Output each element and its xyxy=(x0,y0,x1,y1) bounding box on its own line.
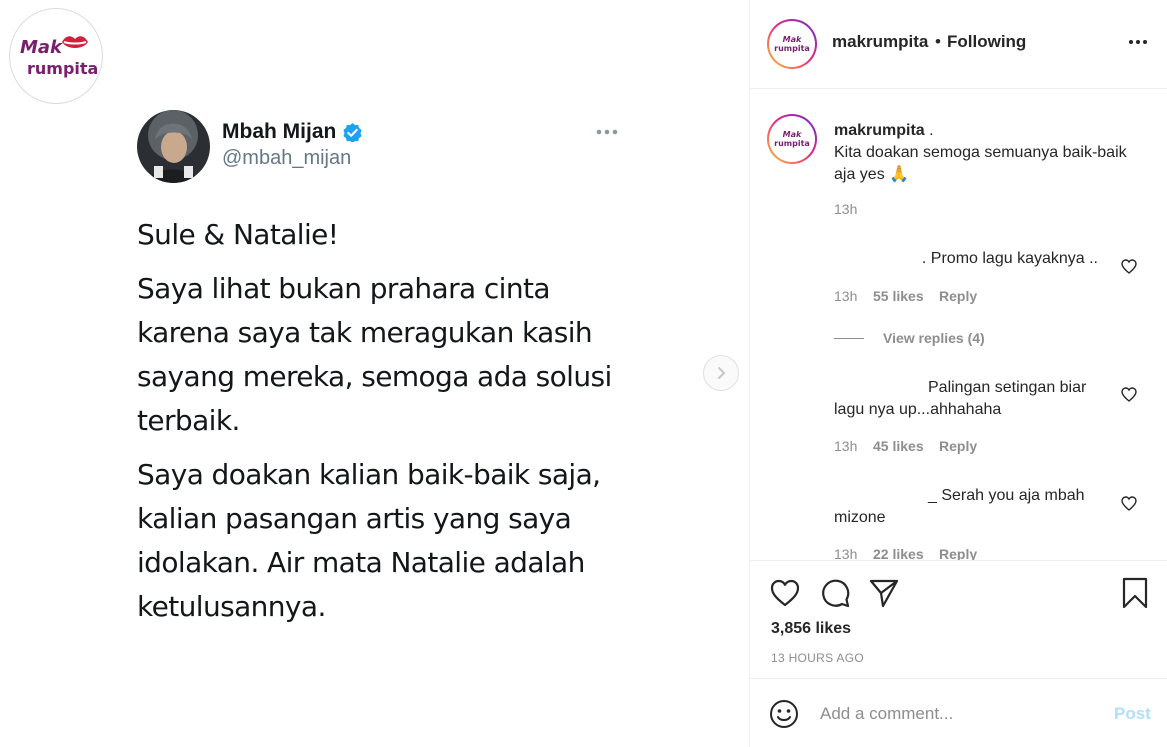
share-paper-plane-icon[interactable] xyxy=(868,577,900,609)
comment-reply-button[interactable]: Reply xyxy=(939,288,977,304)
caption-time: 13h xyxy=(834,201,858,217)
header-username[interactable]: makrumpita xyxy=(832,32,928,52)
header-avatar[interactable]: Mak rumpita xyxy=(767,19,817,69)
tweet-paragraph: Saya doakan kalian baik-baik saja, kalia… xyxy=(137,458,601,623)
comment-time: 13h xyxy=(834,438,858,454)
like-heart-icon[interactable] xyxy=(769,577,801,609)
comment-input[interactable] xyxy=(820,701,1100,727)
post-image: Mak rumpita Mbah Mijan @mbah_mijan Sule … xyxy=(0,0,749,747)
brand-logo: Mak rumpita xyxy=(9,8,103,104)
comment-text: . Promo lagu kayaknya .. xyxy=(921,250,1098,267)
comment-time: 13h xyxy=(834,546,858,560)
caption-username-suffix: . xyxy=(924,122,934,139)
tweet-author-name: Mbah Mijan xyxy=(222,120,337,143)
replies-divider xyxy=(834,338,864,339)
lips-icon xyxy=(62,36,88,48)
following-button[interactable]: Following xyxy=(947,32,1026,52)
comment-bubble-icon[interactable] xyxy=(819,577,851,609)
header-separator: • xyxy=(935,32,941,51)
caption-username: makrumpita . xyxy=(834,122,934,140)
tweet-body: Sule & Natalie! Saya lihat bukan prahara… xyxy=(137,213,637,639)
comment-text: Palingan setingan biar lagu nya up...ahh… xyxy=(834,379,1087,418)
post-header: Mak rumpita makrumpita • Following xyxy=(750,0,1167,89)
avatar-logo-icon: Mak rumpita xyxy=(774,35,810,53)
comment-likes[interactable]: 45 likes xyxy=(873,438,924,454)
verified-badge-icon xyxy=(343,123,362,142)
view-replies-button[interactable]: View replies (4) xyxy=(883,330,985,346)
chevron-right-icon xyxy=(718,367,726,379)
comment-reply-button[interactable]: Reply xyxy=(939,546,977,560)
caption-username-link[interactable]: makrumpita xyxy=(834,122,925,139)
tweet-paragraph: Sule & Natalie! xyxy=(137,218,339,251)
save-bookmark-icon[interactable] xyxy=(1119,577,1151,609)
likes-count[interactable]: 3,856 likes xyxy=(771,620,851,638)
comment-reply-button[interactable]: Reply xyxy=(939,438,977,454)
like-comment-heart-icon[interactable] xyxy=(1121,387,1137,402)
more-options-icon[interactable] xyxy=(1128,39,1148,45)
emoji-smile-icon[interactable] xyxy=(769,699,799,729)
tweet-author-handle: @mbah_mijan xyxy=(222,147,352,169)
add-comment-bar: Post xyxy=(750,678,1167,747)
post-comment-button[interactable]: Post xyxy=(1114,704,1151,724)
comment-text: _ Serah you aja mbah mizone xyxy=(834,487,1085,526)
tweet-more-icon xyxy=(596,129,618,135)
caption-avatar[interactable]: Mak rumpita xyxy=(767,114,817,164)
caption-text: Kita doakan semoga semuanya baik-baik aj… xyxy=(834,144,1127,183)
comments-list[interactable]: Mak rumpita makrumpita . Kita doakan semo… xyxy=(750,90,1167,560)
side-panel: Mak rumpita makrumpita • Following Mak rum… xyxy=(749,0,1167,747)
comment-likes[interactable]: 22 likes xyxy=(873,546,924,560)
avatar-logo-icon: Mak rumpita xyxy=(774,130,810,148)
like-comment-heart-icon[interactable] xyxy=(1121,259,1137,274)
next-image-button[interactable] xyxy=(703,355,739,391)
comment-time: 13h xyxy=(834,288,858,304)
logo-top-text: Mak xyxy=(20,37,63,58)
post-timestamp[interactable]: 13 HOURS AGO xyxy=(771,651,864,665)
post-actions: 3,856 likes 13 HOURS AGO xyxy=(750,560,1167,678)
like-comment-heart-icon[interactable] xyxy=(1121,496,1137,511)
tweet-paragraph: Saya lihat bukan prahara cinta karena sa… xyxy=(137,272,612,437)
logo-bottom-text: rumpita xyxy=(27,59,99,78)
tweet-avatar xyxy=(137,110,210,183)
comment-likes[interactable]: 55 likes xyxy=(873,288,924,304)
